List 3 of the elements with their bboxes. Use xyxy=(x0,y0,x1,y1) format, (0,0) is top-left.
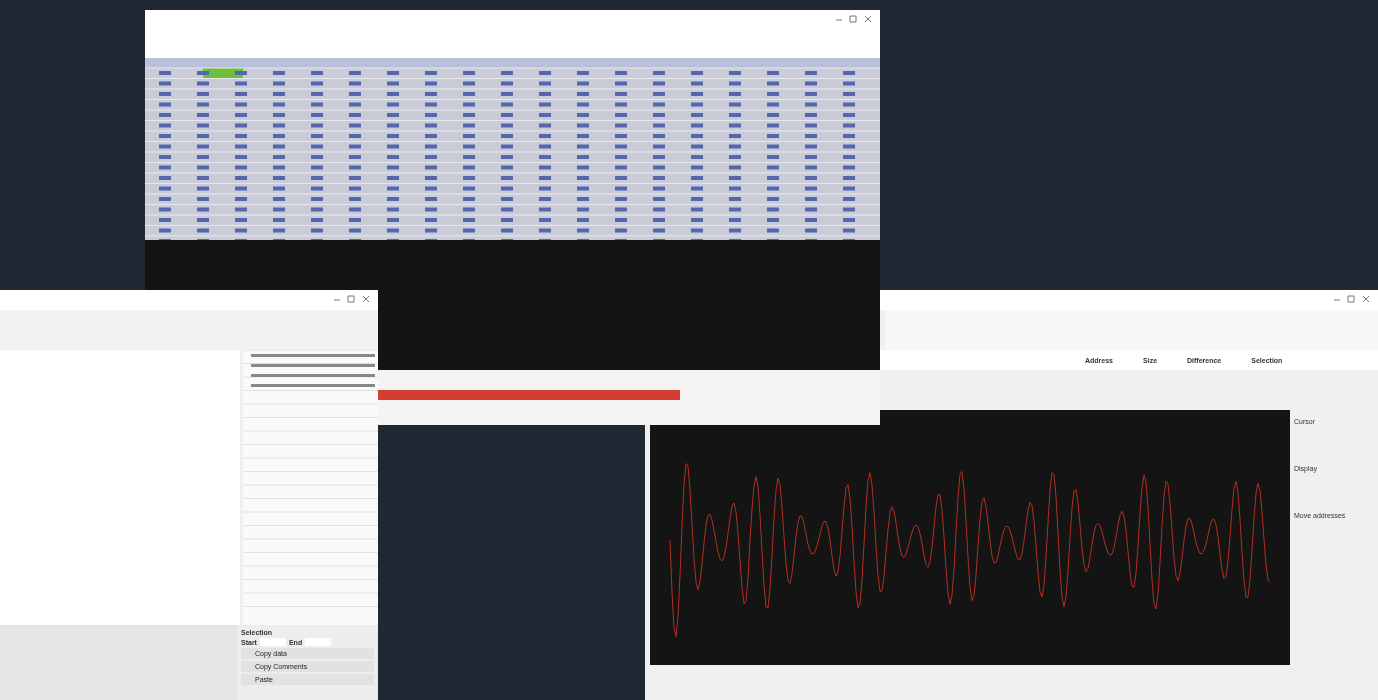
window-controls-icon[interactable] xyxy=(332,295,372,305)
window-controls-icon[interactable] xyxy=(834,15,874,25)
window-controls-icon[interactable] xyxy=(1332,295,1372,305)
